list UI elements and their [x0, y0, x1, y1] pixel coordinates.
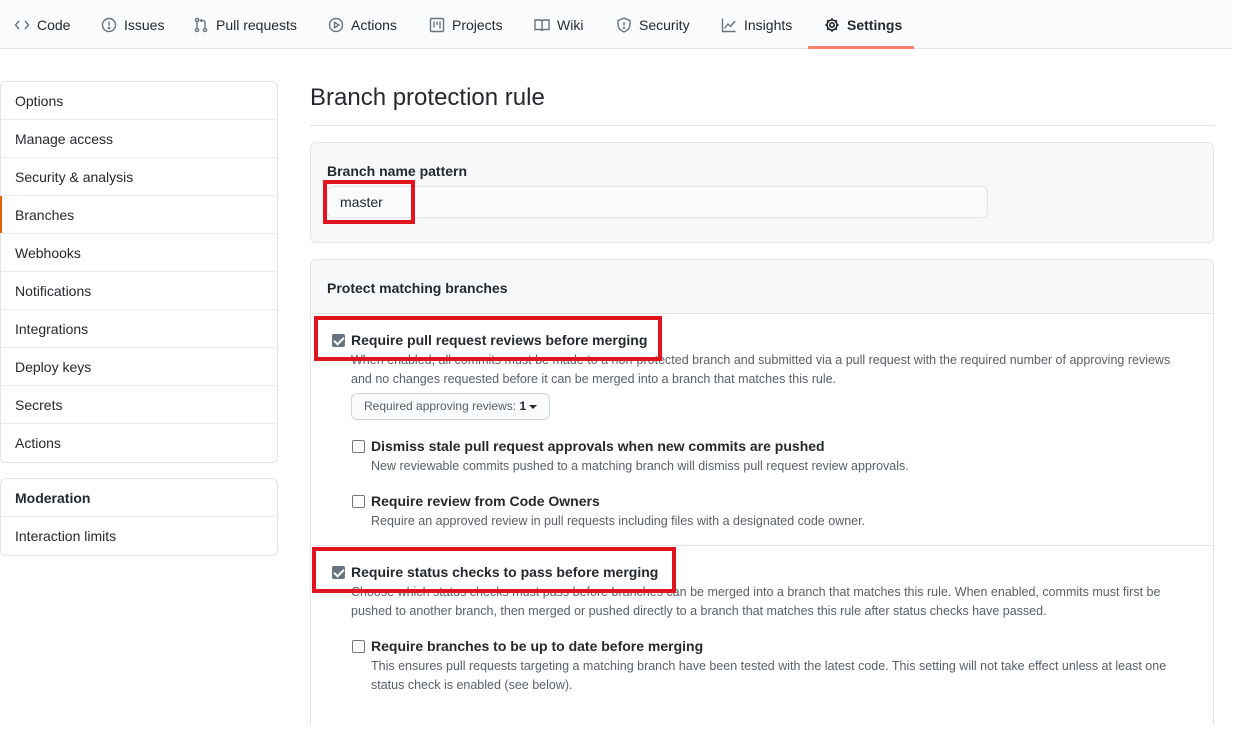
tab-actions[interactable]: Actions — [328, 0, 397, 49]
tab-settings[interactable]: Settings — [824, 0, 902, 49]
gear-icon — [825, 17, 839, 32]
repo-tab-nav: Code Issues Pull requests Actions Projec… — [0, 0, 1233, 49]
sidebar-item-manage-access[interactable]: Manage access — [1, 120, 277, 158]
active-tab-underline — [808, 46, 914, 49]
require-reviews-title: Require pull request reviews before merg… — [351, 332, 648, 348]
section-divider — [311, 545, 1213, 546]
code-owners-title: Require review from Code Owners — [371, 493, 600, 509]
protect-heading: Protect matching branches — [327, 280, 508, 296]
select-label: Required approving reviews: — [364, 399, 517, 413]
sidebar-item-secrets[interactable]: Secrets — [1, 386, 277, 424]
status-checks-note: Choose which status checks must pass bef… — [351, 585, 1161, 618]
tab-label: Actions — [351, 16, 397, 33]
tab-label: Wiki — [557, 16, 584, 33]
book-icon — [534, 18, 550, 31]
tab-label: Settings — [847, 16, 903, 33]
sidebar-item-integrations[interactable]: Integrations — [1, 310, 277, 348]
sidebar-item-security-analysis[interactable]: Security & analysis — [1, 158, 277, 196]
sidebar-item-notifications[interactable]: Notifications — [1, 272, 277, 310]
sidebar-item-interaction-limits[interactable]: Interaction limits — [1, 517, 277, 555]
caret-down-icon — [529, 404, 538, 409]
tab-label: Pull requests — [216, 16, 297, 33]
project-icon — [429, 17, 445, 32]
issue-icon — [101, 17, 117, 32]
select-value: 1 — [519, 399, 527, 413]
protect-branches-box: Protect matching branches Require pull r… — [310, 259, 1214, 730]
code-owners-note: Require an approved review in pull reque… — [371, 514, 866, 528]
status-checks-checkbox[interactable] — [332, 566, 345, 579]
tab-pull-requests[interactable]: Pull requests — [193, 0, 297, 49]
tab-label: Security — [639, 16, 690, 33]
up-to-date-title: Require branches to be up to date before… — [371, 638, 704, 654]
dismiss-stale-note: New reviewable commits pushed to a match… — [371, 459, 909, 473]
tab-label: Code — [37, 16, 71, 33]
page-title: Branch protection rule — [310, 84, 545, 111]
status-checks-title: Require status checks to pass before mer… — [351, 564, 659, 580]
graph-icon — [721, 18, 736, 32]
sidebar-item-options[interactable]: Options — [1, 82, 277, 120]
tab-code[interactable]: Code — [14, 0, 70, 49]
tab-insights[interactable]: Insights — [721, 0, 792, 49]
moderation-heading: Moderation — [1, 479, 277, 517]
approving-reviews-select[interactable]: Required approving reviews: 1 — [351, 393, 551, 420]
up-to-date-note: This ensures pull requests targeting a m… — [371, 659, 1167, 692]
tab-security[interactable]: Security — [616, 0, 690, 49]
shield-icon — [617, 16, 631, 33]
require-reviews-note: When enabled, all commits must be made t… — [351, 353, 1171, 386]
tab-wiki[interactable]: Wiki — [534, 0, 583, 49]
dismiss-stale-title: Dismiss stale pull request approvals whe… — [371, 438, 825, 454]
pull-request-icon — [194, 17, 208, 32]
tab-label: Issues — [124, 16, 165, 33]
tab-label: Projects — [452, 16, 503, 33]
dismiss-stale-checkbox[interactable] — [352, 440, 365, 453]
require-reviews-checkbox[interactable] — [332, 334, 345, 347]
code-icon — [14, 20, 30, 29]
tab-label: Insights — [744, 16, 793, 33]
tab-issues[interactable]: Issues — [101, 0, 164, 49]
title-divider — [310, 125, 1214, 126]
up-to-date-checkbox[interactable] — [352, 640, 365, 653]
moderation-sidebar: Moderation Interaction limits — [0, 478, 278, 556]
branch-pattern-box: Branch name pattern master — [310, 142, 1214, 243]
protect-options: Require pull request reviews before merg… — [311, 313, 1213, 730]
sidebar-item-actions[interactable]: Actions — [1, 424, 277, 462]
settings-sidebar: Options Manage access Security & analysi… — [0, 81, 278, 463]
play-icon — [328, 17, 344, 32]
sidebar-item-branches[interactable]: Branches — [0, 196, 277, 234]
sidebar-item-webhooks[interactable]: Webhooks — [1, 234, 277, 272]
sidebar-item-deploy-keys[interactable]: Deploy keys — [1, 348, 277, 386]
branch-pattern-input[interactable]: master — [327, 186, 988, 218]
tab-projects[interactable]: Projects — [429, 0, 503, 49]
pattern-label: Branch name pattern — [327, 163, 468, 179]
code-owners-checkbox[interactable] — [352, 495, 365, 508]
